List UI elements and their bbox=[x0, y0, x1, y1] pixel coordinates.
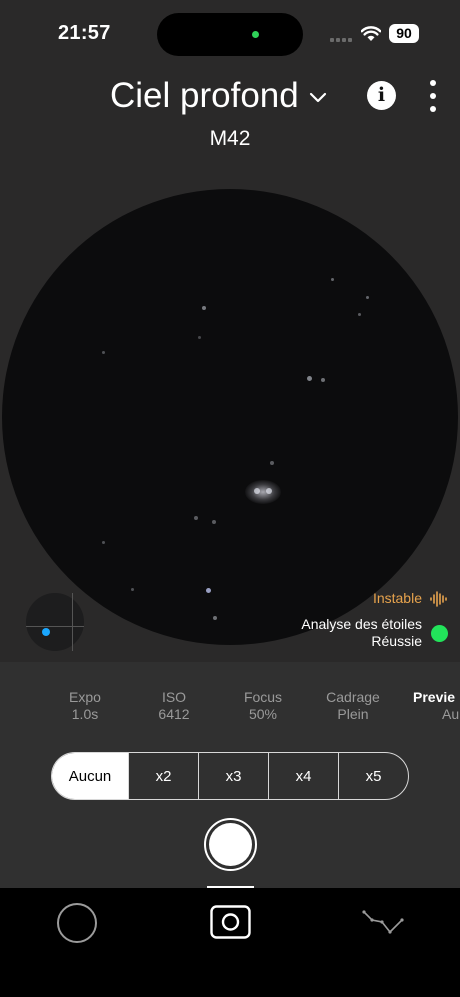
param-value: 1.0s bbox=[71, 706, 99, 722]
param-preview[interactable]: Previe Au bbox=[413, 689, 460, 723]
param-value: 50% bbox=[248, 706, 278, 722]
param-label: ISO bbox=[161, 689, 187, 705]
capture-button[interactable] bbox=[204, 818, 257, 871]
param-label: Previe bbox=[413, 689, 456, 705]
star bbox=[307, 376, 312, 381]
star bbox=[131, 588, 134, 591]
param-label: Focus bbox=[243, 689, 283, 705]
star bbox=[270, 461, 274, 465]
star-analysis-result: Réussie bbox=[371, 633, 422, 649]
zoom-selector[interactable]: Aucun x2 x3 x4 x5 bbox=[51, 752, 409, 800]
active-tab-indicator bbox=[207, 886, 254, 888]
star-analysis-title: Analyse des étoiles bbox=[301, 616, 422, 632]
stability-status: Instable bbox=[372, 590, 422, 606]
zoom-option-x3[interactable]: x3 bbox=[198, 753, 268, 799]
pointing-minimap[interactable] bbox=[26, 593, 84, 651]
star bbox=[321, 378, 325, 382]
sky-preview[interactable] bbox=[2, 189, 458, 645]
wifi-icon bbox=[361, 26, 381, 41]
star bbox=[198, 336, 201, 339]
camera-active-indicator bbox=[252, 31, 259, 38]
star bbox=[194, 516, 198, 520]
star bbox=[212, 520, 216, 524]
battery-indicator: 90 bbox=[389, 24, 419, 43]
dynamic-island bbox=[157, 13, 303, 56]
star bbox=[206, 588, 211, 593]
star bbox=[213, 616, 217, 620]
star-analysis-status: Analyse des étoiles Réussie bbox=[301, 616, 422, 650]
param-expo[interactable]: Expo 1.0s bbox=[40, 689, 130, 723]
info-icon[interactable]: i bbox=[367, 81, 396, 110]
param-value: 6412 bbox=[158, 706, 190, 722]
circle-tab-icon[interactable] bbox=[57, 903, 97, 943]
star bbox=[366, 296, 369, 299]
star bbox=[202, 306, 206, 310]
zoom-option-x5[interactable]: x5 bbox=[338, 753, 408, 799]
param-label: Expo bbox=[69, 689, 101, 705]
constellation-tab-icon[interactable] bbox=[362, 908, 404, 936]
star bbox=[331, 278, 334, 281]
camera-tab-icon[interactable] bbox=[210, 905, 251, 939]
waveform-icon bbox=[430, 591, 447, 607]
cellular-signal-icon bbox=[330, 38, 354, 42]
param-iso[interactable]: ISO 6412 bbox=[129, 689, 219, 723]
analysis-ok-indicator bbox=[431, 625, 448, 642]
param-cadrage[interactable]: Cadrage Plein bbox=[308, 689, 398, 723]
zoom-option-x4[interactable]: x4 bbox=[268, 753, 338, 799]
mode-selector[interactable]: Ciel profond bbox=[110, 73, 327, 119]
minimap-position-marker bbox=[42, 628, 50, 636]
param-focus[interactable]: Focus 50% bbox=[218, 689, 308, 723]
target-name: M42 bbox=[209, 127, 251, 150]
chevron-down-icon bbox=[309, 92, 326, 103]
more-vertical-icon[interactable] bbox=[423, 80, 443, 112]
zoom-option-x2[interactable]: x2 bbox=[128, 753, 198, 799]
star bbox=[102, 351, 105, 354]
param-label: Cadrage bbox=[326, 689, 380, 705]
param-value: Plein bbox=[337, 706, 369, 722]
zoom-option-aucun[interactable]: Aucun bbox=[52, 753, 128, 799]
star bbox=[358, 313, 361, 316]
status-time: 21:57 bbox=[58, 22, 111, 44]
mode-title: Ciel profond bbox=[110, 76, 299, 115]
param-value: Au bbox=[442, 706, 460, 722]
nebula-core bbox=[245, 480, 281, 504]
star bbox=[102, 541, 105, 544]
